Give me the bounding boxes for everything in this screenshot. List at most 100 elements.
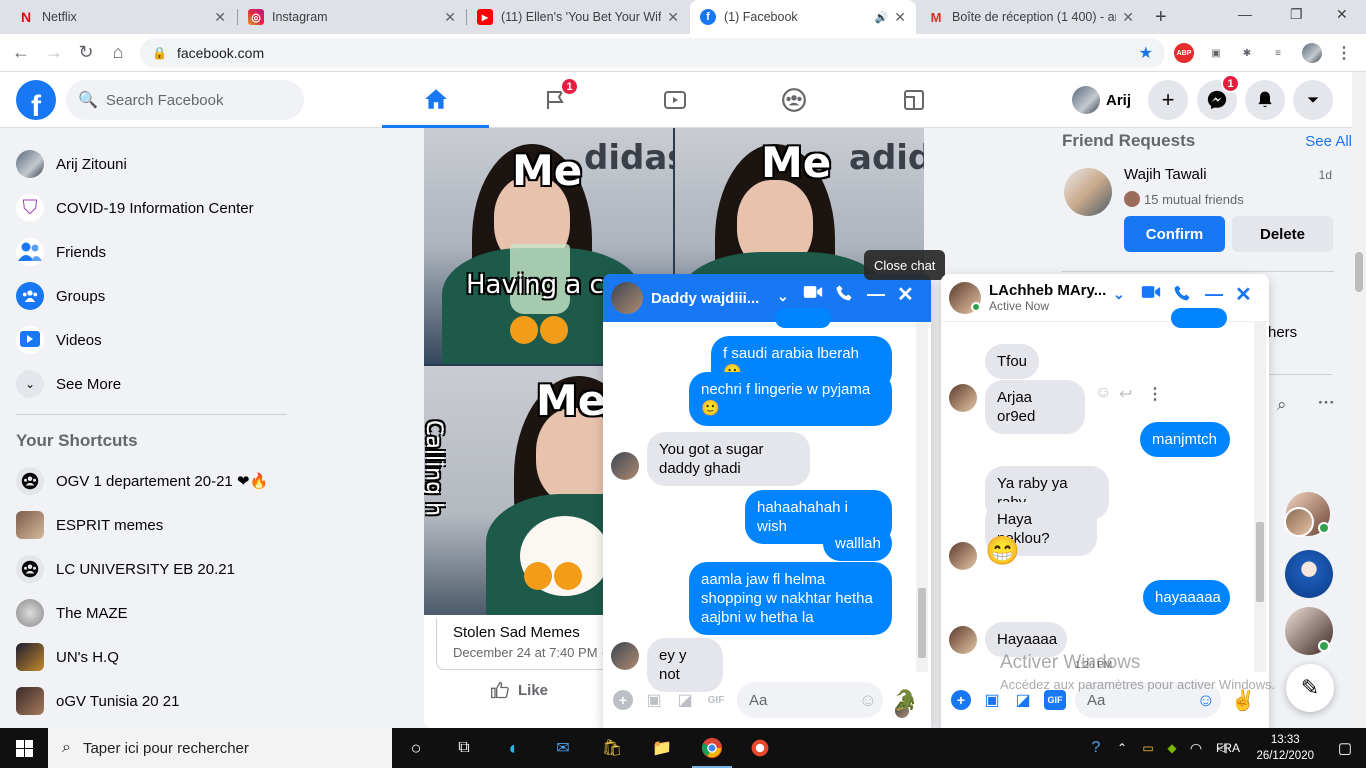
profile-avatar[interactable] <box>1302 43 1322 63</box>
mutual-friends[interactable]: 15 mutual friends <box>1124 191 1244 207</box>
message-bubble-received[interactable]: You got a sugar daddy ghadi <box>647 432 810 486</box>
shortcut-item[interactable]: ESPRIT memes <box>8 503 298 547</box>
file-explorer-icon[interactable]: 📁 <box>650 736 674 760</box>
emoji-icon[interactable]: ☺ <box>1197 690 1215 711</box>
close-chat-icon[interactable]: ✕ <box>1235 282 1252 307</box>
tab-youtube[interactable]: ▶ (11) Ellen's 'You Bet Your Wife' ✕ <box>467 0 689 34</box>
chat-contact-name[interactable]: LAchheb MAry... <box>989 282 1106 299</box>
message-bubble-sent[interactable]: nechri f lingerie w pyjama 🙂 <box>689 372 892 426</box>
close-chat-icon[interactable]: ✕ <box>897 282 914 307</box>
shortcut-item[interactable]: The MAZE <box>8 591 298 635</box>
phone-icon[interactable] <box>835 284 853 307</box>
app-icon[interactable] <box>748 736 772 760</box>
menu-dots-icon[interactable]: ⋮ <box>1334 43 1354 63</box>
tab-netflix[interactable]: N Netflix ✕ <box>8 0 236 34</box>
start-button[interactable] <box>0 728 48 768</box>
chat-scrollbar[interactable] <box>916 322 928 672</box>
shortcut-item[interactable]: OGV 1 departement 20-21 ❤🔥 <box>8 459 298 503</box>
search-icon[interactable]: ⌕ <box>1277 395 1287 415</box>
minimize-icon[interactable]: — <box>1238 6 1252 22</box>
plus-icon[interactable]: + <box>951 690 971 710</box>
search-input[interactable]: 🔍 Search Facebook <box>66 80 304 120</box>
close-tab-icon[interactable]: ✕ <box>894 9 906 26</box>
help-icon[interactable]: ? <box>1084 736 1108 760</box>
tab-pages[interactable]: 1 <box>502 72 609 128</box>
adblock-icon[interactable]: ABP <box>1174 43 1194 63</box>
friend-request-card[interactable]: Wajih Tawali 1d 15 mutual friends Confir… <box>1062 162 1334 252</box>
reload-icon[interactable]: ↻ <box>75 42 97 63</box>
tray-chevron-icon[interactable]: ⌃ <box>1110 736 1134 760</box>
emoji-reaction-icon[interactable]: 🐊 <box>893 690 918 712</box>
sidebar-item-videos[interactable]: Videos <box>8 318 298 362</box>
more-dots-icon[interactable]: ··· <box>1318 393 1335 413</box>
message-bubble-sent[interactable]: manjmtch <box>1140 422 1230 457</box>
address-bar[interactable]: 🔒 facebook.com ★ <box>140 38 1165 68</box>
facebook-logo[interactable]: f <box>16 80 56 120</box>
see-all-link[interactable]: See All <box>1305 133 1352 150</box>
tab-groups[interactable] <box>740 72 847 128</box>
tab-instagram[interactable]: ◎ Instagram ✕ <box>238 0 466 34</box>
puzzle-icon[interactable]: ✱ <box>1237 43 1257 63</box>
clock[interactable]: 13:33 26/12/2020 <box>1256 732 1314 764</box>
sidebar-item-groups[interactable]: Groups <box>8 274 298 318</box>
requester-name[interactable]: Wajih Tawali <box>1124 166 1207 183</box>
speaker-icon[interactable]: 🔊 <box>875 11 889 24</box>
tab-gmail[interactable]: M Boîte de réception (1 400) - arij ✕ <box>918 0 1144 34</box>
create-button[interactable]: + <box>1148 80 1188 120</box>
wifi-icon[interactable]: ◠ <box>1184 736 1208 760</box>
gif-icon[interactable]: GIF <box>706 690 726 710</box>
taskbar-search-input[interactable]: ⌕ Taper ici pour rechercher <box>48 728 392 768</box>
video-call-icon[interactable] <box>803 284 823 305</box>
shortcut-item[interactable]: oGV Tunisia 20 21 <box>8 679 298 723</box>
maximize-icon[interactable]: ❐ <box>1290 6 1303 23</box>
close-tab-icon[interactable]: ✕ <box>667 9 679 26</box>
message-bubble-sent[interactable]: hayaaaaa <box>1143 580 1230 615</box>
chat-contact-name[interactable]: Daddy wajdiii... <box>651 290 759 307</box>
plus-icon[interactable]: + <box>613 690 633 710</box>
language-indicator[interactable]: FRA <box>1212 736 1244 760</box>
gif-icon[interactable]: GIF <box>1044 690 1066 710</box>
avatar[interactable] <box>611 282 643 314</box>
mail-icon[interactable]: ✉ <box>551 736 575 760</box>
sidebar-item-friends[interactable]: Friends <box>8 230 298 274</box>
scrollbar-thumb[interactable] <box>918 588 926 658</box>
chrome-icon[interactable] <box>692 736 732 768</box>
bookmark-star-icon[interactable]: ★ <box>1139 43 1153 63</box>
messenger-button[interactable]: 1 <box>1197 74 1240 120</box>
tab-gaming[interactable] <box>860 72 967 128</box>
like-button[interactable]: Like <box>490 680 548 700</box>
close-tab-icon[interactable]: ✕ <box>1122 9 1134 26</box>
phone-icon[interactable] <box>1173 284 1191 307</box>
chat-head[interactable] <box>1285 550 1333 598</box>
scrollbar-thumb[interactable] <box>1355 252 1363 292</box>
tray-app-icon[interactable]: ◆ <box>1160 736 1184 760</box>
account-menu-button[interactable] <box>1293 80 1333 120</box>
media-queue-icon[interactable]: ≡ <box>1268 43 1288 63</box>
photo-icon[interactable]: ▣ <box>982 690 1002 710</box>
new-tab-button[interactable]: + <box>1155 6 1167 29</box>
page-scrollbar[interactable] <box>1352 72 1366 728</box>
message-bubble-received[interactable]: Tfou <box>985 344 1039 379</box>
message-bubble-sent[interactable]: walllah <box>823 526 892 561</box>
victory-hand-icon[interactable]: ✌ <box>1231 690 1256 712</box>
cortana-icon[interactable]: ○ <box>404 736 428 760</box>
avatar[interactable] <box>1064 168 1112 216</box>
scrollbar-thumb[interactable] <box>1256 522 1264 602</box>
edge-icon[interactable]: ◐ <box>502 736 526 760</box>
store-icon[interactable]: 🛍 <box>600 736 624 760</box>
sidebar-item-see-more[interactable]: ⌄ See More <box>8 362 298 406</box>
shortcut-item[interactable]: UN's H.Q <box>8 635 298 679</box>
reply-icon[interactable]: ↩ <box>1119 384 1132 404</box>
message-input[interactable]: Aa ☺ <box>737 682 883 718</box>
emoji-icon[interactable]: ☺ <box>859 690 877 711</box>
forward-icon[interactable]: → <box>43 42 65 63</box>
close-tab-icon[interactable]: ✕ <box>444 9 456 26</box>
sidebar-item-profile[interactable]: Arij Zitouni <box>8 142 298 186</box>
photo-icon[interactable]: ▣ <box>644 690 664 710</box>
chevron-down-icon[interactable]: ⌄ <box>777 288 789 305</box>
notification-center-icon[interactable]: ▢ <box>1338 739 1352 757</box>
new-message-button[interactable]: ✎ <box>1286 664 1334 712</box>
chat-scrollbar[interactable] <box>1254 322 1266 672</box>
task-view-icon[interactable]: ⧉ <box>452 736 476 760</box>
message-bubble-received[interactable]: Arjaa or9ed <box>985 380 1085 434</box>
